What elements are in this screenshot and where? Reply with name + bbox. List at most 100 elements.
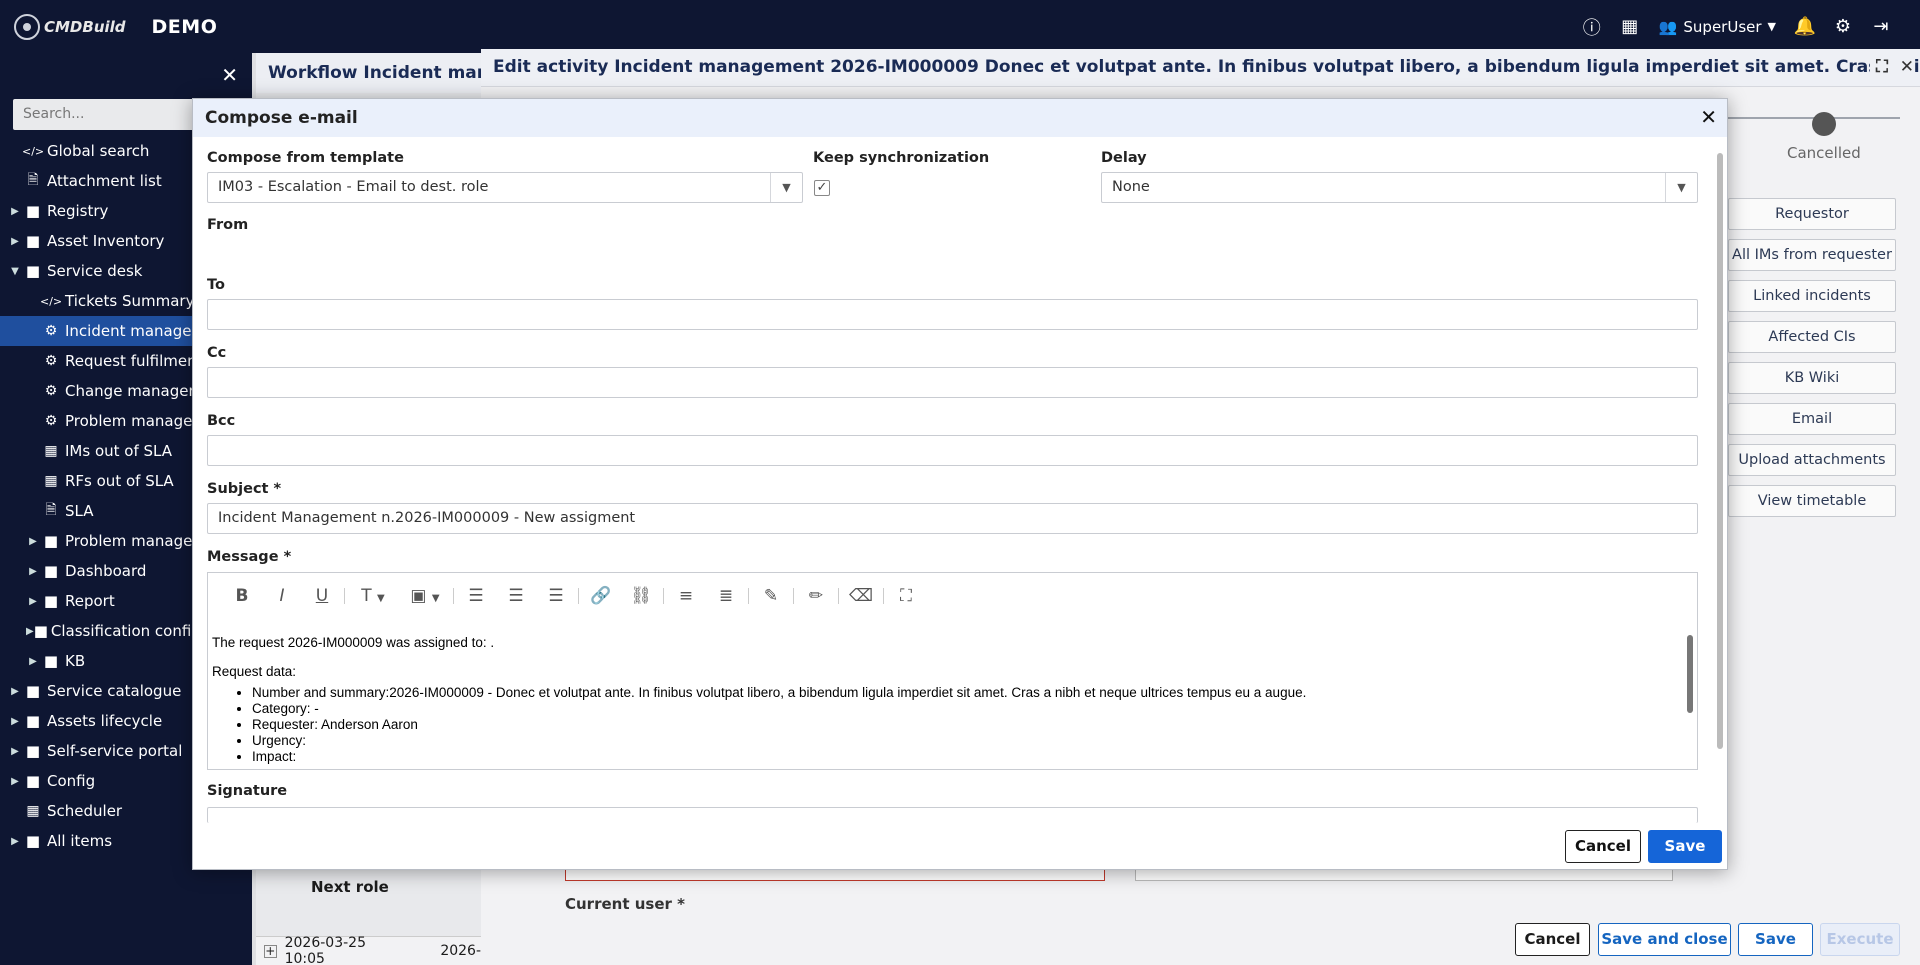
caret-down-icon[interactable]: ▼ xyxy=(8,266,22,277)
caret-right-icon[interactable]: ▶ xyxy=(8,686,22,697)
action-button[interactable]: Upload attachments xyxy=(1728,444,1896,476)
caret-right-icon[interactable]: ▶ xyxy=(8,206,22,217)
sidebar-item-label: All items xyxy=(47,832,113,850)
format-painter-icon[interactable]: ✎ xyxy=(751,586,791,606)
align-right-icon[interactable]: ☰ xyxy=(536,586,576,606)
workflow-title: Workflow Incident management xyxy=(256,53,481,93)
current-user-label: Current user * xyxy=(565,895,685,913)
folder-icon: ■ xyxy=(25,772,41,790)
to-label: To xyxy=(207,277,225,293)
sidebar-item-label: Assets lifecycle xyxy=(47,712,163,730)
caret-right-icon[interactable]: ▶ xyxy=(26,566,40,577)
caret-right-icon[interactable]: ▶ xyxy=(8,236,22,247)
bell-icon[interactable]: 🔔 xyxy=(1786,16,1824,37)
cc-field[interactable] xyxy=(207,367,1698,398)
caret-right-icon[interactable]: ▶ xyxy=(26,626,34,637)
close-icon[interactable]: ✕ xyxy=(221,63,238,87)
code-icon: </> xyxy=(22,144,45,158)
sidebar-item-label: RFs out of SLA xyxy=(65,472,174,490)
action-button[interactable]: Linked incidents xyxy=(1728,280,1896,312)
save-button[interactable]: Save xyxy=(1648,830,1722,863)
to-field[interactable] xyxy=(207,299,1698,330)
ordered-list-icon[interactable]: ≡ xyxy=(666,586,706,606)
bold-icon[interactable]: B xyxy=(222,586,262,606)
gear-icon[interactable]: ⚙ xyxy=(1824,16,1862,37)
caret-right-icon[interactable]: ▶ xyxy=(8,716,22,727)
italic-icon[interactable]: I xyxy=(262,586,302,606)
expand-icon[interactable]: + xyxy=(264,944,277,958)
action-button[interactable]: All IMs from requester xyxy=(1728,239,1896,271)
close-icon[interactable]: ✕ xyxy=(1900,57,1914,77)
gear-icon: ⚙ xyxy=(44,323,58,339)
toolbar-divider xyxy=(793,588,794,604)
unlink-icon[interactable]: ⛓ xyxy=(621,586,661,606)
table-row[interactable]: + 2026-03-25 10:05 2026- xyxy=(256,935,481,965)
message-list: Number and summary:2026-IM000009 - Donec… xyxy=(252,685,1682,765)
caret-right-icon[interactable]: ▶ xyxy=(26,656,40,667)
top-bar: CMDBuild DEMO ⓘ ▦ 👥 SuperUser ▼ 🔔 ⚙ ⇥ xyxy=(0,0,1920,53)
caret-right-icon[interactable]: ▶ xyxy=(8,746,22,757)
chevron-down-icon[interactable]: ▼ xyxy=(770,173,802,202)
table-icon: ▦ xyxy=(44,473,58,489)
list-item: Number and summary:2026-IM000009 - Donec… xyxy=(252,685,1682,701)
caret-right-icon[interactable]: ▶ xyxy=(26,596,40,607)
message-body[interactable]: The request 2026-IM000009 was assigned t… xyxy=(212,635,1682,767)
folder-icon: ■ xyxy=(43,562,59,580)
close-icon[interactable]: ✕ xyxy=(1700,105,1717,129)
align-left-icon[interactable]: ☰ xyxy=(456,586,496,606)
user-menu[interactable]: 👥 SuperUser ▼ xyxy=(1659,18,1776,36)
dialog-title: Compose e-mail xyxy=(205,108,358,128)
cancel-button[interactable]: Cancel xyxy=(1565,830,1641,863)
sidebar-item-label: Asset Inventory xyxy=(47,232,165,250)
logout-icon[interactable]: ⇥ xyxy=(1862,16,1900,37)
sidebar-item-label: Service catalogue xyxy=(47,682,182,700)
eraser-icon[interactable]: ⌫ xyxy=(841,586,881,606)
save-and-close-button[interactable]: Save and close xyxy=(1598,923,1731,956)
background-color-icon[interactable]: ▣ ▼ xyxy=(399,586,451,606)
action-button[interactable]: Requestor xyxy=(1728,198,1896,230)
sync-checkbox[interactable]: ✓ xyxy=(814,180,830,196)
text-color-icon[interactable]: T ▼ xyxy=(347,586,399,606)
execute-button[interactable]: Execute xyxy=(1820,923,1900,956)
delay-select[interactable]: None ▼ xyxy=(1101,172,1698,203)
caret-right-icon[interactable]: ▶ xyxy=(26,536,40,547)
bcc-field[interactable] xyxy=(207,435,1698,466)
cancel-button[interactable]: Cancel xyxy=(1515,923,1590,956)
toolbar-divider xyxy=(838,588,839,604)
pen-icon[interactable]: ✏ xyxy=(796,586,836,606)
unordered-list-icon[interactable]: ≣ xyxy=(706,586,746,606)
message-editor[interactable]: B I U T ▼ ▣ ▼ ☰ ☰ ☰ 🔗 ⛓ ≡ ≣ ✎ ✏ ⌫ ⛶ The … xyxy=(207,572,1698,770)
caret-right-icon[interactable]: ▶ xyxy=(8,776,22,787)
signature-select[interactable] xyxy=(207,807,1698,823)
delay-label: Delay xyxy=(1101,150,1147,166)
caret-right-icon[interactable]: ▶ xyxy=(8,836,22,847)
bcc-label: Bcc xyxy=(207,413,236,429)
sidebar-item-label: Self-service portal xyxy=(47,742,183,760)
sidebar-item-label: SLA xyxy=(65,502,94,520)
chevron-down-icon[interactable]: ▼ xyxy=(1665,173,1697,202)
cmdbuild-logo[interactable]: CMDBuild xyxy=(14,13,126,40)
list-item: Urgency: xyxy=(252,733,1682,749)
template-select[interactable]: IM03 - Escalation - Email to dest. role … xyxy=(207,172,803,203)
align-center-icon[interactable]: ☰ xyxy=(496,586,536,606)
action-button[interactable]: Email xyxy=(1728,403,1896,435)
file-icon: 🗎 xyxy=(27,172,39,188)
info-icon[interactable]: ⓘ xyxy=(1573,14,1611,40)
sidebar-item-label: Service desk xyxy=(47,262,143,280)
folder-icon: ■ xyxy=(25,742,41,760)
dialog-scrollbar[interactable] xyxy=(1715,139,1725,823)
calendar-icon[interactable]: ▦ xyxy=(1611,16,1649,37)
editor-scrollbar[interactable] xyxy=(1685,621,1695,767)
action-button[interactable]: View timetable xyxy=(1728,485,1896,517)
underline-icon[interactable]: U xyxy=(302,586,342,606)
instance-name: DEMO xyxy=(151,15,218,38)
link-icon[interactable]: 🔗 xyxy=(581,586,621,606)
save-button[interactable]: Save xyxy=(1738,923,1813,956)
subject-field[interactable]: Incident Management n.2026-IM000009 - Ne… xyxy=(207,503,1698,534)
action-button[interactable]: Affected CIs xyxy=(1728,321,1896,353)
action-button[interactable]: KB Wiki xyxy=(1728,362,1896,394)
fullscreen-icon[interactable]: ⛶ xyxy=(886,586,926,606)
maximize-icon[interactable]: ⛶ xyxy=(1876,57,1888,77)
file-icon: 🗎 xyxy=(45,502,57,518)
toolbar-divider xyxy=(578,588,579,604)
